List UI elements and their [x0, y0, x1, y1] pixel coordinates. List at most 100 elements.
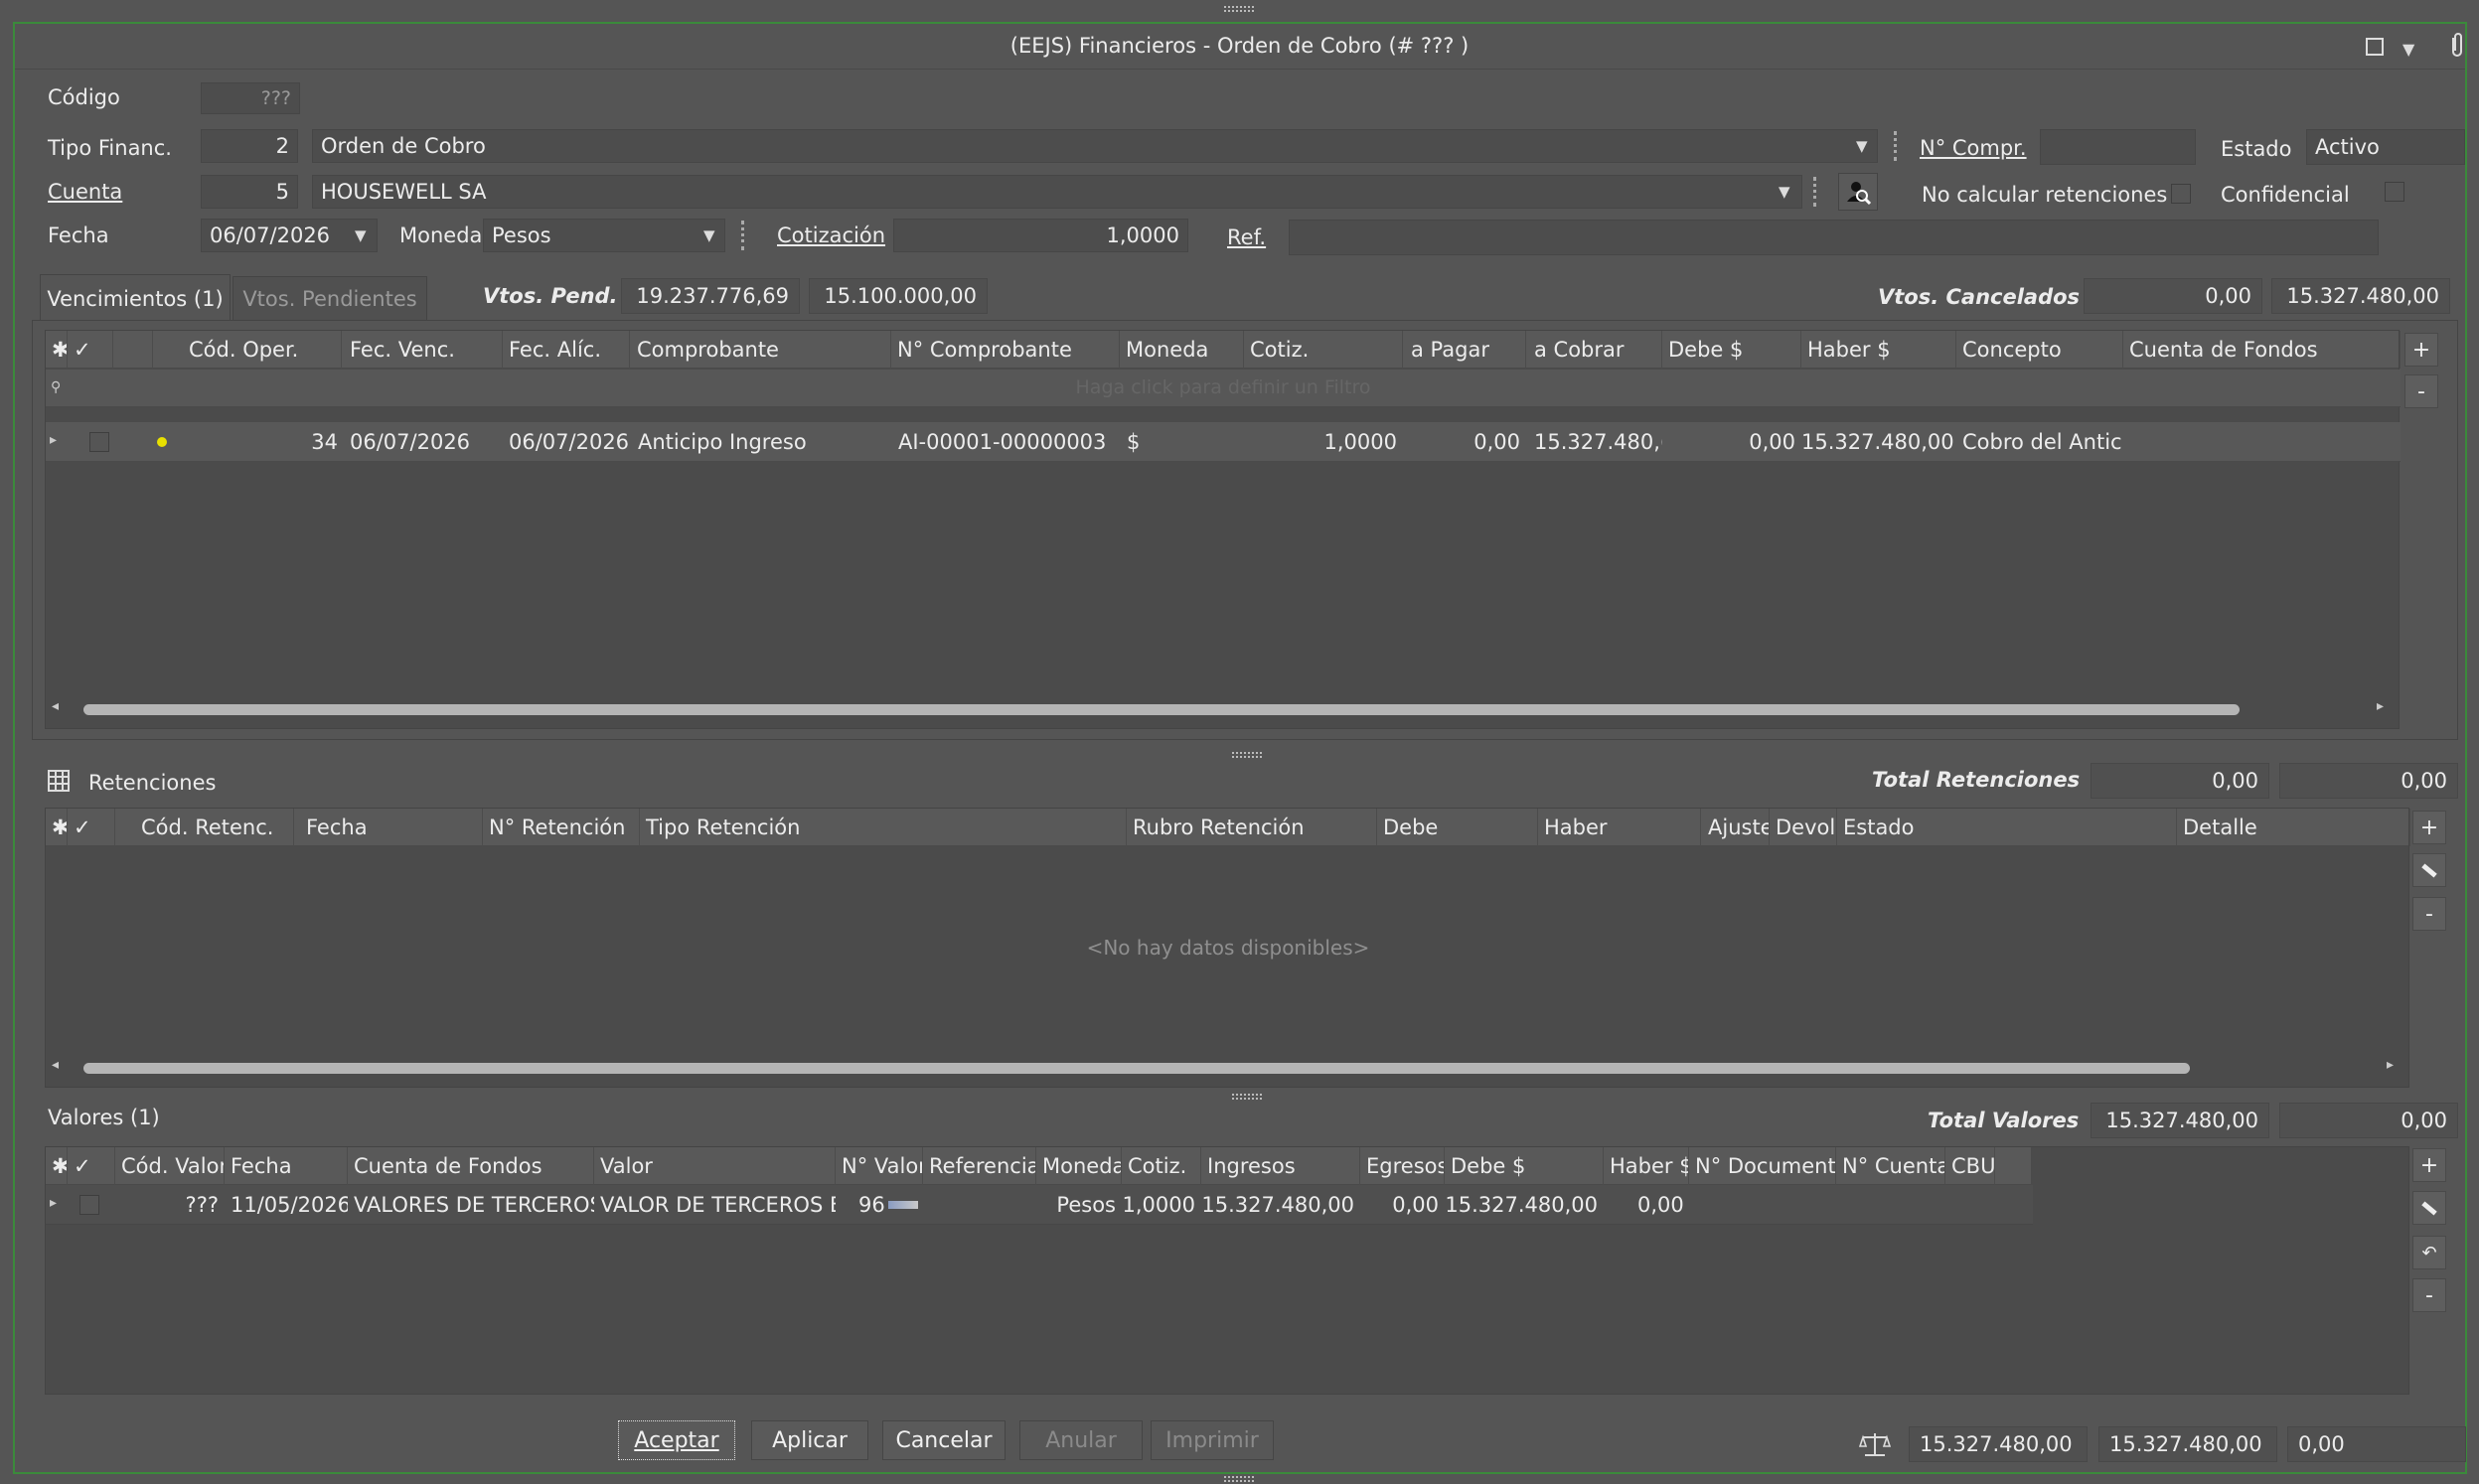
ret-col-check[interactable]: ✓	[68, 809, 115, 846]
val-col-n-valor[interactable]: N° Valor	[836, 1147, 923, 1185]
cuenta-dropdown-chevron-icon[interactable]: ▼	[1779, 183, 1790, 201]
vencimientos-col-flag[interactable]	[113, 331, 153, 369]
val-col-cuenta-fondos[interactable]: Cuenta de Fondos	[348, 1147, 594, 1185]
val-col-ingresos[interactable]: Ingresos	[1201, 1147, 1360, 1185]
attachment-icon[interactable]	[2446, 33, 2468, 59]
vencimientos-col-fec-venc[interactable]: Fec. Venc.	[344, 331, 503, 369]
vencimientos-col-comprobante[interactable]: Comprobante	[631, 331, 891, 369]
retenciones-add-button[interactable]: +	[2412, 811, 2446, 844]
ncompr-field[interactable]	[2040, 129, 2196, 165]
tab-vencimientos[interactable]: Vencimientos (1)	[40, 274, 231, 322]
vencimientos-col-moneda[interactable]: Moneda	[1120, 331, 1244, 369]
scroll-left-icon[interactable]: ◂	[52, 698, 59, 714]
ref-field[interactable]	[1289, 220, 2379, 255]
tipo-code-field[interactable]: 2	[201, 129, 298, 163]
val-col-cbu[interactable]: CBU	[1945, 1147, 1995, 1185]
vencimientos-col-a-cobrar[interactable]: a Cobrar	[1528, 331, 1662, 369]
val-col-cod-valor[interactable]: Cód. Valor	[115, 1147, 225, 1185]
moneda-select[interactable]: Pesos	[483, 219, 725, 252]
val-col-check[interactable]: ✓	[68, 1147, 115, 1185]
valores-undo-button[interactable]: ↶	[2412, 1236, 2446, 1269]
splitter-grip-1[interactable]	[1232, 752, 1262, 758]
ret-scroll-thumb[interactable]	[83, 1063, 2190, 1074]
vencimientos-filter-row[interactable]: ⚲ Haga click para definir un Filtro	[46, 370, 2401, 407]
ret-col-star[interactable]: ✱	[46, 809, 68, 846]
retenciones-hscrollbar[interactable]: ◂ ▸	[46, 1055, 2410, 1081]
val-col-moneda[interactable]: Moneda	[1036, 1147, 1122, 1185]
vencimientos-remove-button[interactable]: -	[2404, 374, 2438, 408]
ret-col-haber[interactable]: Haber	[1538, 809, 1701, 846]
anular-button[interactable]: Anular	[1019, 1420, 1143, 1460]
cuenta-code-field[interactable]: 5	[201, 175, 298, 209]
confidencial-checkbox[interactable]	[2385, 182, 2404, 202]
tipo-name-select[interactable]: Orden de Cobro	[312, 129, 1878, 163]
vencimientos-col-debe[interactable]: Debe $	[1662, 331, 1801, 369]
val-col-star[interactable]: ✱	[46, 1147, 68, 1185]
cancelar-button[interactable]: Cancelar	[882, 1420, 1006, 1460]
vencimientos-col-cuenta-fondos[interactable]: Cuenta de Fondos	[2123, 331, 2401, 369]
val-col-cotiz[interactable]: Cotiz.	[1122, 1147, 1201, 1185]
ret-col-fecha[interactable]: Fecha	[300, 809, 483, 846]
val-col-fecha[interactable]: Fecha	[225, 1147, 348, 1185]
vencimientos-col-haber[interactable]: Haber $	[1801, 331, 1956, 369]
ret-col-debe[interactable]: Debe	[1377, 809, 1538, 846]
val-col-referencia[interactable]: Referencia	[923, 1147, 1036, 1185]
ret-col-estado[interactable]: Estado	[1837, 809, 2177, 846]
vencimientos-col-concepto[interactable]: Concepto	[1956, 331, 2123, 369]
vencimientos-col-n-comprobante[interactable]: N° Comprobante	[891, 331, 1120, 369]
retenciones-remove-button[interactable]: -	[2412, 897, 2446, 931]
val-col-valor[interactable]: Valor	[594, 1147, 836, 1185]
scroll-right-icon[interactable]: ▸	[2377, 698, 2384, 714]
no-calcular-retenciones-checkbox[interactable]	[2171, 184, 2191, 204]
val-row-checkbox[interactable]	[79, 1195, 99, 1215]
bottom-resize-grip[interactable]	[1224, 1476, 1254, 1482]
vencimientos-row[interactable]: ▸ 34 06/07/2026 06/07/2026 Anticipo Ingr…	[46, 422, 2401, 462]
ret-scroll-left-icon[interactable]: ◂	[52, 1057, 59, 1073]
ret-col-detalle[interactable]: Detalle	[2177, 809, 2410, 846]
val-col-debe[interactable]: Debe $	[1445, 1147, 1604, 1185]
scroll-thumb[interactable]	[83, 704, 2240, 715]
aceptar-button[interactable]: Aceptar	[618, 1420, 735, 1460]
val-col-egresos[interactable]: Egresos	[1360, 1147, 1445, 1185]
vencimientos-add-button[interactable]: +	[2404, 333, 2438, 367]
ret-col-cod-retenc[interactable]: Cód. Retenc.	[135, 809, 294, 846]
moneda-dropdown-chevron-icon[interactable]: ▼	[703, 226, 715, 244]
vencimientos-col-cotiz[interactable]: Cotiz.	[1244, 331, 1403, 369]
splitter-grip-2[interactable]	[1232, 1094, 1262, 1100]
vencimientos-col-check[interactable]: ✓	[68, 331, 113, 369]
vencimientos-col-fec-alic[interactable]: Fec. Alíc.	[503, 331, 630, 369]
val-col-n-cuenta[interactable]: N° Cuenta	[1836, 1147, 1945, 1185]
cuenta-name-select[interactable]: HOUSEWELL SA	[312, 175, 1802, 209]
row-expand-icon[interactable]: ▸	[50, 432, 57, 448]
tab-vtos-pendientes[interactable]: Vtos. Pendientes	[232, 276, 427, 322]
valores-add-button[interactable]: +	[2412, 1148, 2446, 1182]
valores-remove-button[interactable]: -	[2412, 1278, 2446, 1312]
tipo-dropdown-chevron-icon[interactable]: ▼	[1856, 137, 1868, 155]
val-row-expand-icon[interactable]: ▸	[50, 1195, 57, 1211]
fecha-dropdown-chevron-icon[interactable]: ▼	[355, 226, 367, 244]
vencimientos-col-cod-oper[interactable]: Cód. Oper.	[183, 331, 342, 369]
cuenta-search-button[interactable]	[1838, 173, 1878, 211]
maximize-icon[interactable]	[2366, 38, 2384, 56]
val-col-haber[interactable]: Haber $	[1604, 1147, 1689, 1185]
retenciones-edit-button[interactable]	[2412, 853, 2446, 887]
row-checkbox[interactable]	[89, 432, 109, 452]
vencimientos-col-a-pagar[interactable]: a Pagar	[1405, 331, 1526, 369]
vencimientos-col-star[interactable]: ✱	[46, 331, 68, 369]
cotizacion-field[interactable]: 1,0000	[893, 219, 1188, 252]
valores-row[interactable]: ▸ ??? 11/05/2026 VALORES DE TERCEROS VAL…	[46, 1185, 2033, 1225]
ret-col-ajuste[interactable]: Ajuste	[1702, 809, 1770, 846]
ret-col-devolu[interactable]: Devolu	[1770, 809, 1837, 846]
aplicar-button[interactable]: Aplicar	[751, 1420, 868, 1460]
valores-edit-button[interactable]	[2412, 1191, 2446, 1225]
fecha-field[interactable]: 06/07/2026	[201, 219, 378, 252]
top-resize-grip[interactable]	[1224, 6, 1254, 12]
ret-col-tipo-retencion[interactable]: Tipo Retención	[640, 809, 1127, 846]
ret-col-rubro-retencion[interactable]: Rubro Retención	[1127, 809, 1377, 846]
ret-col-n-retencion[interactable]: N° Retención	[483, 809, 640, 846]
imprimir-button[interactable]: Imprimir	[1151, 1420, 1274, 1460]
val-col-n-documento[interactable]: N° Documento	[1689, 1147, 1836, 1185]
ret-scroll-right-icon[interactable]: ▸	[2387, 1057, 2394, 1073]
codigo-field[interactable]: ???	[201, 82, 300, 114]
vencimientos-hscrollbar[interactable]: ◂ ▸	[46, 696, 2401, 722]
